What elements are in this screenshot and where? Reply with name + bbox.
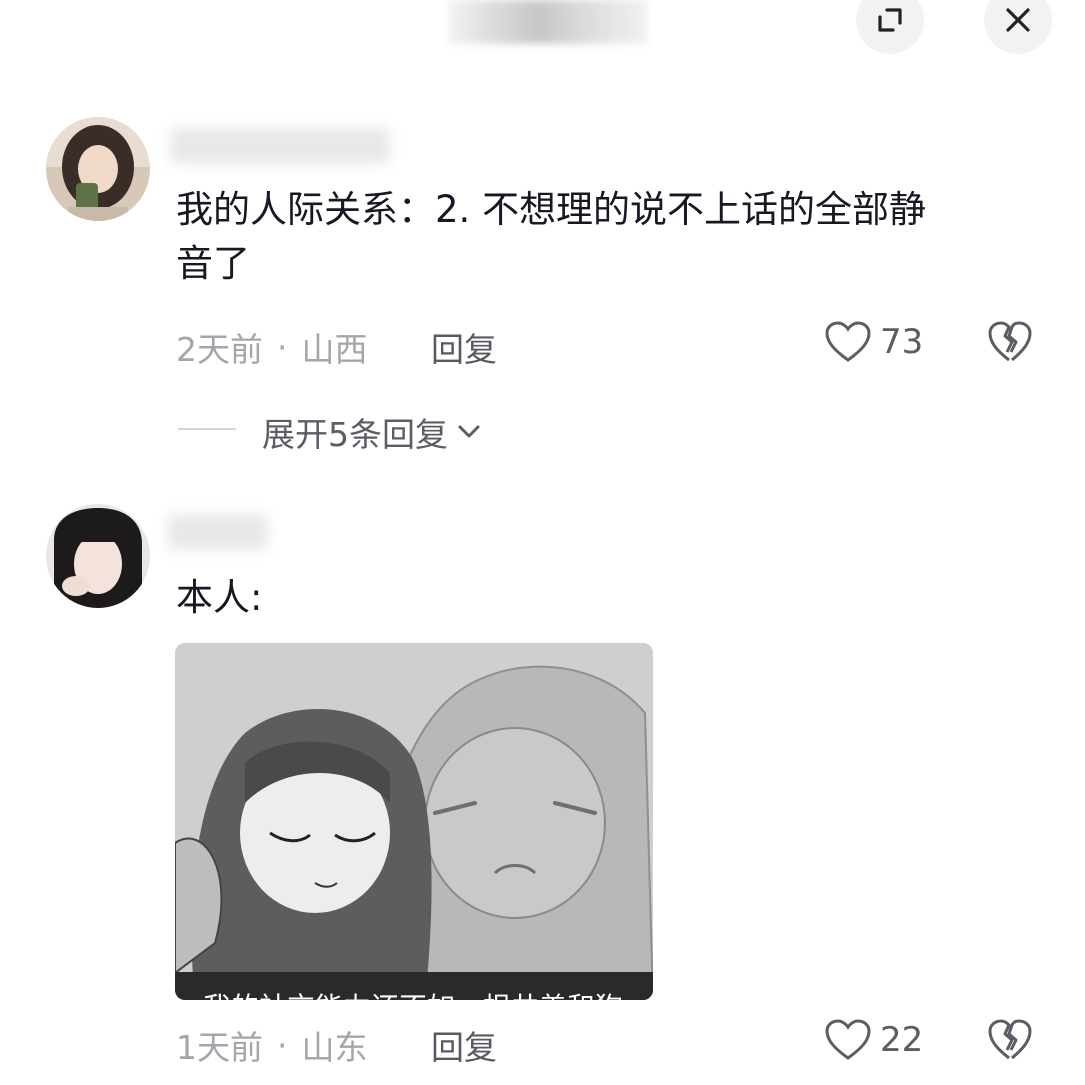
image-caption-strip: 我的社交能力还不如一根井盖和狗 xyxy=(175,972,653,1000)
reply-button[interactable]: 回复 xyxy=(431,323,497,371)
fullscreen-button[interactable] xyxy=(856,0,924,54)
comment-text: 我的人际关系：2. 不想理的说不上话的全部静 音了 xyxy=(176,183,1056,291)
like-count: 22 xyxy=(880,1020,924,1060)
comment-text-line: 音了 xyxy=(176,242,250,285)
dislike-button[interactable] xyxy=(987,1018,1033,1066)
avatar[interactable] xyxy=(46,117,150,221)
meta-separator: · xyxy=(277,327,288,367)
broken-heart-icon xyxy=(988,1019,1032,1060)
comment-text-line: 我的人际关系：2. 不想理的说不上话的全部静 xyxy=(176,188,927,231)
comment-location: 山西 xyxy=(301,330,368,369)
comment-text: 本人: xyxy=(176,576,263,619)
expand-arrows-icon xyxy=(878,8,902,32)
heart-outline-icon xyxy=(825,1019,871,1060)
like-button[interactable]: 22 xyxy=(824,1018,923,1062)
expand-divider xyxy=(178,428,236,430)
dislike-button[interactable] xyxy=(987,320,1033,368)
blurred-title xyxy=(448,0,648,44)
heart-outline-icon xyxy=(825,321,871,362)
image-caption: 我的社交能力还不如一根井盖和狗 xyxy=(203,986,623,1000)
expand-replies-button[interactable]: 展开5条回复 xyxy=(262,408,484,456)
avatar[interactable] xyxy=(46,504,150,608)
expand-replies-label: 展开5条回复 xyxy=(262,415,448,454)
chevron-down-icon xyxy=(458,425,480,438)
close-icon xyxy=(1006,8,1030,32)
reply-button[interactable]: 回复 xyxy=(431,1021,497,1069)
avatar-image xyxy=(46,117,150,221)
avatar-image xyxy=(46,504,150,608)
broken-heart-icon xyxy=(988,321,1032,362)
comment-location: 山东 xyxy=(301,1028,368,1067)
blurred-username[interactable] xyxy=(170,128,390,164)
meta-separator: · xyxy=(277,1025,288,1065)
like-count: 73 xyxy=(880,322,924,362)
comment-meta: 1天前 · 山东 xyxy=(176,1021,368,1069)
like-button[interactable]: 73 xyxy=(824,320,923,364)
comment-image[interactable]: 我的社交能力还不如一根井盖和狗 xyxy=(175,643,653,1000)
comment-meta: 2天前 · 山西 xyxy=(176,323,368,371)
comment-time: 2天前 xyxy=(176,330,263,369)
manga-illustration xyxy=(175,643,653,1000)
blurred-username[interactable] xyxy=(168,514,268,550)
comment-time: 1天前 xyxy=(176,1028,263,1067)
close-button[interactable] xyxy=(984,0,1052,54)
